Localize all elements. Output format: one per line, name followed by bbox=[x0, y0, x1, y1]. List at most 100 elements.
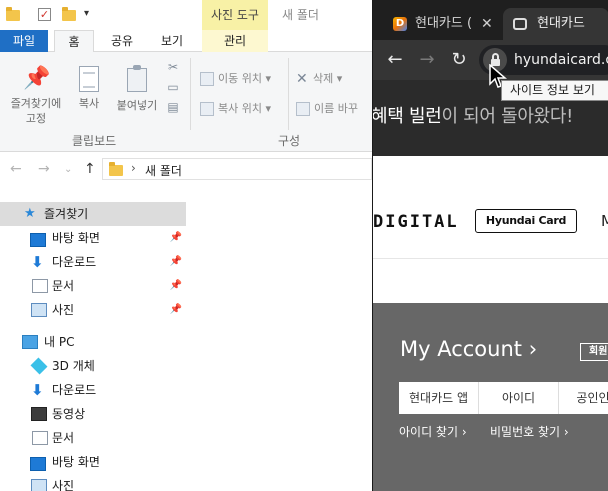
nav-item-pictures-pc[interactable]: 사진 bbox=[0, 474, 186, 491]
nav-item-downloads[interactable]: ⬇ 다운로드 📌 bbox=[0, 250, 186, 274]
nav-item-documents[interactable]: 문서 📌 bbox=[0, 274, 186, 298]
reload-icon[interactable]: ↻ bbox=[447, 48, 471, 72]
member-badge[interactable]: 회원 bbox=[580, 343, 608, 361]
ribbon-tab-bar: 파일 홈 공유 보기 관리 bbox=[0, 30, 372, 53]
tab-home[interactable]: 홈 bbox=[54, 30, 94, 53]
my-account-section: My Account › 회원 현대카드 앱 아이디 공인인증 아이디 찾기 ›… bbox=[373, 303, 608, 491]
nav-item-videos[interactable]: 동영상 bbox=[0, 402, 186, 426]
pin-icon: 📌 bbox=[23, 66, 51, 91]
tab-title: 현대카드 bbox=[537, 16, 585, 31]
pin-to-quick-access-button[interactable]: 📌 즐겨찾기에 고정 bbox=[4, 66, 68, 126]
banner-highlight: 혜택 빌런 bbox=[372, 106, 442, 127]
rename-button[interactable]: 이름 바꾸 bbox=[296, 100, 358, 116]
nav-item-label: 문서 bbox=[52, 431, 75, 445]
nav-quick-access[interactable]: ★ 즐겨찾기 bbox=[0, 202, 186, 226]
download-arrow-icon: ⬇ bbox=[31, 253, 44, 271]
paste-label: 붙여넣기 bbox=[116, 99, 158, 112]
tab-file[interactable]: 파일 bbox=[0, 30, 48, 52]
move-to-button[interactable]: 이동 위치 ▾ bbox=[200, 70, 271, 86]
delete-button[interactable]: ✕ 삭제 ▾ bbox=[296, 70, 342, 87]
forward-arrow-icon[interactable]: → bbox=[38, 161, 50, 177]
nav-item-label: 사진 bbox=[52, 479, 75, 491]
menu-item-truncated[interactable]: M bbox=[601, 212, 608, 230]
site-header: DIGITAL Hyundai Card M bbox=[373, 156, 608, 260]
tab-share[interactable]: 공유 bbox=[100, 30, 144, 52]
move-to-label: 이동 위치 bbox=[218, 72, 262, 85]
explorer-titlebar: ✓ ▾ 사진 도구 새 폴더 bbox=[0, 0, 372, 30]
paste-shortcut-icon[interactable]: ▤ bbox=[166, 100, 180, 114]
tab-certificate-login[interactable]: 공인인증 bbox=[559, 382, 608, 414]
up-arrow-icon[interactable]: ↑ bbox=[84, 161, 96, 177]
clipboard-group-label: 클립보드 bbox=[72, 134, 117, 148]
desktop-icon bbox=[30, 457, 46, 471]
clipboard-icon bbox=[124, 65, 150, 94]
nav-this-pc[interactable]: 내 PC bbox=[0, 330, 186, 354]
find-id-link[interactable]: 아이디 찾기 › bbox=[399, 423, 467, 440]
login-method-tabs: 현대카드 앱 아이디 공인인증 bbox=[399, 382, 608, 414]
file-list-pane[interactable] bbox=[186, 200, 372, 491]
tab-manage[interactable]: 관리 bbox=[202, 30, 268, 52]
pinned-icon: 📌 bbox=[169, 304, 182, 315]
find-password-link[interactable]: 비밀번호 찾기 › bbox=[490, 423, 569, 440]
forward-arrow-icon[interactable]: → bbox=[415, 48, 439, 72]
hyundai-card-logo[interactable]: Hyundai Card bbox=[475, 209, 577, 233]
folder-icon[interactable] bbox=[6, 7, 20, 22]
desktop-icon bbox=[30, 233, 46, 247]
close-tab-icon[interactable]: ✕ bbox=[481, 8, 493, 40]
url-text: hyundaicard.com bbox=[514, 52, 608, 68]
quick-access-toolbar-dropdown-icon[interactable]: ▾ bbox=[84, 8, 89, 19]
ribbon-divider bbox=[190, 58, 191, 130]
picture-tools-context-label: 사진 도구 bbox=[202, 0, 268, 30]
cut-icon[interactable]: ✂ bbox=[166, 60, 180, 74]
browser-tab-inactive[interactable]: D 현대카드 ( ✕ bbox=[373, 8, 501, 40]
digital-brand-text[interactable]: DIGITAL bbox=[373, 212, 459, 232]
organize-group-label: 구성 bbox=[278, 134, 301, 148]
tab-hyundaicard-app[interactable]: 현대카드 앱 bbox=[399, 382, 479, 414]
nav-item-desktop[interactable]: 바탕 화면 📌 bbox=[0, 226, 186, 250]
back-arrow-icon[interactable]: ← bbox=[383, 48, 407, 72]
browser-tab-active[interactable]: 현대카드 bbox=[503, 8, 608, 40]
nav-item-label: 사진 bbox=[52, 303, 75, 317]
nav-item-downloads-pc[interactable]: ⬇ 다운로드 bbox=[0, 378, 186, 402]
ribbon-home: 📌 즐겨찾기에 고정 복사 붙여넣기 ✂ ▭ ▤ 이동 위치 ▾ 복사 위치 ▾… bbox=[0, 52, 372, 152]
pinned-icon: 📌 bbox=[169, 256, 182, 267]
pinned-icon: 📌 bbox=[169, 232, 182, 243]
copy-path-icon[interactable]: ▭ bbox=[166, 80, 180, 94]
film-icon bbox=[31, 407, 47, 421]
nav-item-desktop-pc[interactable]: 바탕 화면 bbox=[0, 450, 186, 474]
nav-item-3d-objects[interactable]: 3D 개체 bbox=[0, 354, 186, 378]
download-arrow-icon: ⬇ bbox=[31, 381, 44, 399]
copy-to-button[interactable]: 복사 위치 ▾ bbox=[200, 100, 271, 116]
banner-text: 혜택 빌런이 되어 돌아왔다! bbox=[372, 102, 574, 128]
copy-label: 복사 bbox=[78, 97, 100, 110]
nav-item-pictures[interactable]: 사진 📌 bbox=[0, 298, 186, 322]
properties-check-icon[interactable]: ✓ bbox=[38, 8, 52, 22]
new-folder-icon[interactable] bbox=[62, 7, 76, 22]
back-arrow-icon[interactable]: ← bbox=[10, 161, 22, 177]
my-account-title[interactable]: My Account › bbox=[400, 337, 537, 361]
clipboard-small-tools: ✂ ▭ ▤ bbox=[166, 60, 182, 120]
chevron-right-icon: › bbox=[528, 337, 538, 361]
rename-icon bbox=[296, 102, 310, 116]
header-divider bbox=[373, 258, 608, 259]
file-explorer-window: ✓ ▾ 사진 도구 새 폴더 파일 홈 공유 보기 관리 📌 즐겨찾기에 고정 … bbox=[0, 0, 372, 491]
tab-view[interactable]: 보기 bbox=[150, 30, 194, 52]
delete-x-icon: ✕ bbox=[296, 71, 308, 87]
recent-locations-chevron-icon[interactable]: ⌄ bbox=[64, 164, 72, 175]
tab-favicon-icon bbox=[513, 18, 527, 30]
address-path: 새 폴더 bbox=[145, 164, 182, 178]
tab-title: 현대카드 ( bbox=[415, 16, 473, 31]
copy-button[interactable]: 복사 bbox=[70, 66, 108, 111]
banner-dim-text: 이 되어 돌아왔다! bbox=[441, 106, 574, 127]
nav-quick-access-label: 즐겨찾기 bbox=[44, 207, 89, 221]
navigation-pane: ★ 즐겨찾기 바탕 화면 📌 ⬇ 다운로드 📌 문서 📌 사진 📌 내 PC 3… bbox=[0, 200, 186, 491]
nav-item-label: 3D 개체 bbox=[52, 359, 95, 373]
tab-id-login[interactable]: 아이디 bbox=[479, 382, 559, 414]
site-info-tooltip: 사이트 정보 보기 bbox=[501, 80, 608, 101]
ribbon-divider bbox=[288, 58, 289, 130]
nav-item-documents-pc[interactable]: 문서 bbox=[0, 426, 186, 450]
paste-button[interactable]: 붙여넣기 bbox=[110, 65, 164, 113]
pictures-icon bbox=[31, 303, 47, 317]
address-field[interactable]: › 새 폴더 bbox=[102, 158, 372, 180]
address-folder-icon bbox=[109, 162, 123, 176]
